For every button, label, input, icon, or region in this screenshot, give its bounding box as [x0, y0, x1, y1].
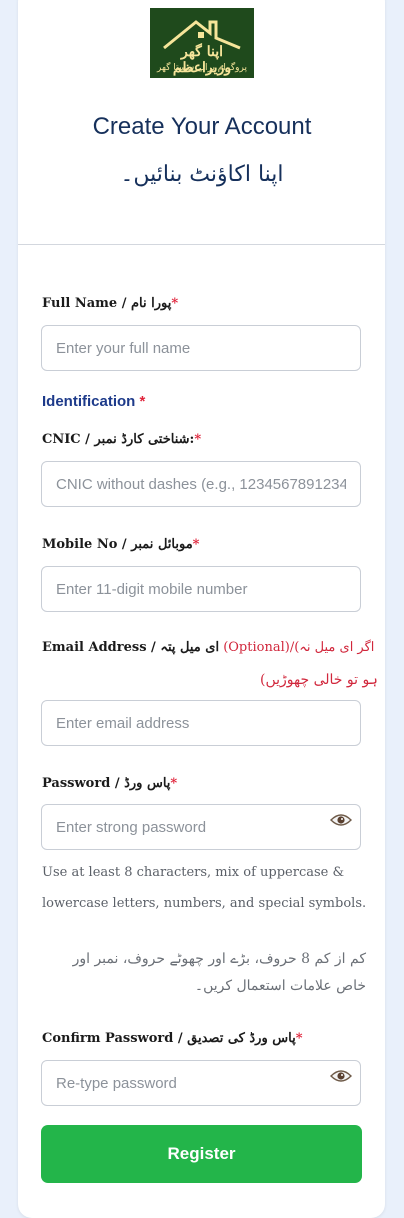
- eye-icon[interactable]: [330, 813, 352, 827]
- required-mark: *: [171, 296, 179, 311]
- email-label: Email Address / ای میل پتہ (Optional)/(ا…: [42, 640, 374, 655]
- cnic-label: CNIC / شناختی کارڈ نمبر:*: [42, 432, 201, 447]
- password-label-text: Password / پاس ورڈ: [42, 776, 171, 791]
- full-name-input[interactable]: [41, 325, 361, 371]
- password-input[interactable]: [41, 804, 361, 850]
- confirm-password-label-text: Confirm Password / پاس ورڈ کی تصدیق: [42, 1031, 296, 1046]
- eye-icon[interactable]: [330, 1069, 352, 1083]
- full-name-label-text: Full Name / پورا نام: [42, 296, 172, 311]
- mobile-label: Mobile No / موبائل نمبر*: [42, 537, 199, 552]
- cnic-input[interactable]: [41, 461, 361, 507]
- mobile-input[interactable]: [41, 566, 361, 612]
- password-help-text-urdu: کم از کم 8 حروف، بڑے اور چھوٹے حروف، نمب…: [72, 951, 366, 994]
- program-logo: اپنا گھر وزیراعظم پروگرام برائے سستا گھر: [150, 8, 254, 78]
- required-mark: *: [192, 537, 200, 552]
- confirm-password-label: Confirm Password / پاس ورڈ کی تصدیق*: [42, 1031, 303, 1046]
- confirm-password-input[interactable]: [41, 1060, 361, 1106]
- full-name-label: Full Name / پورا نام*: [42, 296, 178, 311]
- email-input[interactable]: [41, 700, 361, 746]
- required-mark: *: [194, 432, 202, 447]
- logo-text-sub: پروگرام برائے سستا گھر: [157, 63, 247, 73]
- cnic-label-text: CNIC / شناختی کارڈ نمبر:: [42, 432, 195, 447]
- password-label: Password / پاس ورڈ*: [42, 776, 177, 791]
- identification-section-title: Identification *: [42, 393, 145, 410]
- required-mark: *: [170, 776, 178, 791]
- identification-label: Identification: [42, 393, 136, 410]
- page-title-urdu: اپنا اکاؤنٹ بنائیں۔: [120, 162, 284, 187]
- password-help-text: Use at least 8 characters, mix of upperc…: [42, 865, 367, 911]
- register-button[interactable]: Register: [41, 1125, 362, 1183]
- required-mark: *: [295, 1031, 303, 1046]
- header-divider: [18, 244, 385, 245]
- email-label-text: Email Address / ای میل پتہ: [42, 640, 220, 655]
- mobile-label-text: Mobile No / موبائل نمبر: [42, 537, 193, 552]
- email-optional-note: (Optional)/(اگر ای میل نہ: [223, 640, 375, 655]
- page-title: Create Your Account: [92, 113, 312, 140]
- email-optional-note-line2: ہو تو خالی چھوڑیں): [260, 672, 378, 688]
- required-mark: *: [139, 393, 146, 410]
